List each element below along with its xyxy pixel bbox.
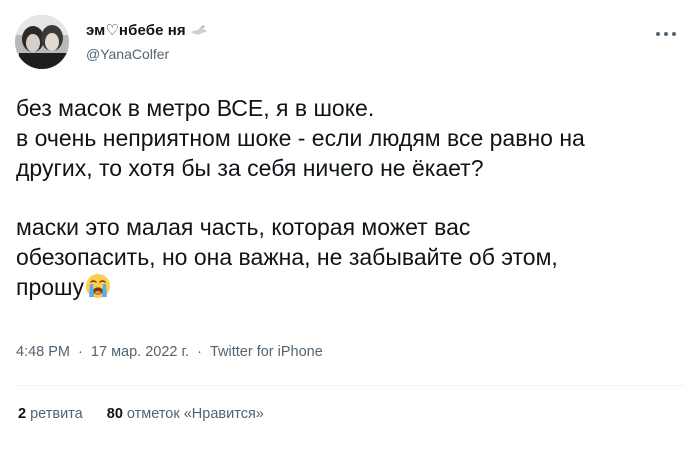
author-display-name[interactable]: эм♡нбебе ня	[86, 21, 186, 39]
meta-separator: ·	[197, 344, 202, 360]
likes-label: отметок «Нравится»	[126, 406, 264, 422]
avatar[interactable]	[15, 15, 69, 69]
retweets-stat[interactable]: 2 ретвита	[18, 406, 83, 422]
divider	[16, 385, 684, 386]
more-dots-icon[interactable]	[654, 30, 678, 38]
tweet-text-line: в очень неприятном шоке - если людям все…	[16, 125, 585, 151]
tweet-text-line: обезопасить, но она важна, не забывайте …	[16, 244, 558, 270]
dove-icon	[190, 23, 208, 37]
tweet-meta: 4:48 PM · 17 мар. 2022 г. · Twitter for …	[16, 344, 323, 360]
tweet-time[interactable]: 4:48 PM	[16, 344, 70, 360]
tweet-card: эм♡нбебе ня @YanaColfer без масок в метр…	[0, 0, 700, 450]
tweet-text: без масок в метро ВСЕ, я в шоке. в очень…	[16, 93, 684, 302]
retweets-count: 2	[18, 406, 27, 422]
likes-stat[interactable]: 80 отметок «Нравится»	[107, 406, 264, 422]
tweet-text-word: прошу	[16, 274, 84, 300]
tweet-text-line: без масок в метро ВСЕ, я в шоке.	[16, 95, 375, 121]
loudly-crying-face-icon	[85, 273, 111, 299]
tweet-text-line-last: прошу 😭	[16, 272, 684, 302]
likes-count: 80	[106, 406, 123, 422]
tweet-text-line: других, то хотя бы за себя ничего не ёка…	[16, 155, 484, 181]
author-handle[interactable]: @YanaColfer	[86, 46, 169, 62]
meta-separator: ·	[78, 344, 83, 360]
retweets-label: ретвита	[30, 406, 83, 422]
tweet-date[interactable]: 17 мар. 2022 г.	[91, 344, 189, 360]
tweet-stats: 2 ретвита 80 отметок «Нравится»	[18, 406, 264, 422]
author-name-row[interactable]: эм♡нбебе ня	[86, 21, 208, 39]
tweet-text-line: маски это малая часть, которая может вас	[16, 214, 471, 240]
tweet-source[interactable]: Twitter for iPhone	[210, 344, 323, 360]
